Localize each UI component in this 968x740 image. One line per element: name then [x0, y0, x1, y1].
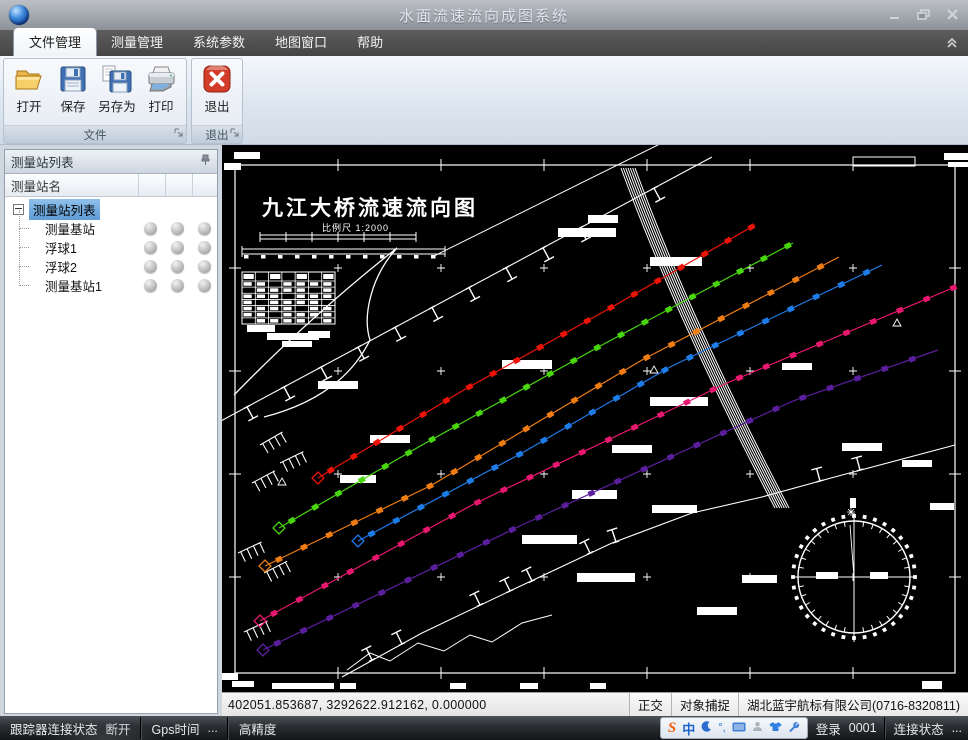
person-icon[interactable]: [752, 721, 763, 735]
cursor-coordinates: 402051.853687, 3292622.912162, 0.000000: [222, 693, 629, 716]
tree-item-4[interactable]: 测量基站1: [5, 276, 217, 295]
list-column-header: 测量站名: [5, 174, 217, 197]
login-label: 登录: [816, 719, 841, 738]
svg-text:九江大桥流速流向图: 九江大桥流速流向图: [261, 196, 478, 220]
led-indicator: [144, 260, 157, 273]
ribbon: 打开保存另存为打印文件退出退出: [0, 56, 968, 145]
exit-icon: [201, 63, 233, 95]
window-controls: [889, 9, 959, 21]
led-indicator: [198, 241, 211, 254]
pushpin-icon[interactable]: [200, 154, 211, 169]
osnap-toggle[interactable]: 对象捕捉: [671, 693, 738, 716]
button-label: 保存: [60, 96, 85, 115]
app-window: 水面流速流向成图系统 文件管理测量管理系统参数地图窗口帮助 打开保存另存为打印文…: [0, 0, 968, 740]
column-station-name[interactable]: 测量站名: [5, 174, 139, 196]
menu-tabbar: 文件管理测量管理系统参数地图窗口帮助: [0, 30, 968, 56]
group-label: 文件: [4, 125, 186, 143]
station-panel: 测量站列表 测量站名 测量站列表测量基站浮球1浮球2测量基站1: [4, 149, 218, 714]
moon-icon[interactable]: [701, 721, 712, 736]
statusbar-segment-3: 高精度: [228, 716, 287, 740]
connection-value: ...: [952, 721, 962, 735]
exit-button[interactable]: 退出: [195, 61, 239, 125]
map-viewport[interactable]: 九江大桥流速流向图比例尺 1:2000: [222, 145, 968, 692]
dialog-launcher-icon[interactable]: [230, 128, 239, 140]
column-3[interactable]: [193, 174, 217, 196]
window-title: 水面流速流向成图系统: [0, 5, 968, 26]
tab-3[interactable]: 系统参数: [178, 28, 260, 56]
sidebar: 测量站列表 测量站名 测量站列表测量基站浮球1浮球2测量基站1: [0, 145, 222, 716]
company-label: 湖北蓝宇航标有限公司(0716-8320811): [738, 693, 968, 716]
led-indicator: [171, 241, 184, 254]
button-label: 打印: [148, 96, 173, 115]
status-leds: [144, 279, 211, 292]
led-indicator: [198, 260, 211, 273]
print-button[interactable]: 打印: [139, 61, 183, 125]
tree-item-1[interactable]: 测量基站: [5, 219, 217, 238]
map-canvas[interactable]: 九江大桥流速流向图比例尺 1:2000: [222, 145, 968, 692]
station-tree: 测量站列表测量基站浮球1浮球2测量基站1: [5, 197, 217, 713]
panel-title: 测量站列表: [11, 152, 74, 171]
statusbar-segment-2: Gps时间...: [141, 716, 228, 740]
led-indicator: [171, 260, 184, 273]
tree-item-2[interactable]: 浮球1: [5, 238, 217, 257]
tree-item-3[interactable]: 浮球2: [5, 257, 217, 276]
column-1[interactable]: [139, 174, 166, 196]
button-label: 另存为: [98, 96, 136, 115]
sogou-icon[interactable]: S: [668, 720, 676, 737]
ortho-toggle[interactable]: 正交: [629, 693, 671, 716]
svg-text:比例尺 1:2000: 比例尺 1:2000: [322, 222, 389, 233]
ribbon-collapse-icon[interactable]: [946, 36, 958, 54]
chinese-mode-icon[interactable]: 中: [682, 719, 695, 738]
save-as-icon: [101, 63, 133, 95]
tab-4[interactable]: 地图窗口: [260, 28, 342, 56]
status-leds: [144, 260, 211, 273]
restore-button[interactable]: [917, 9, 930, 21]
open-folder-icon: [13, 63, 45, 95]
tree-root[interactable]: 测量站列表: [5, 200, 217, 219]
led-indicator: [198, 222, 211, 235]
dialog-launcher-icon[interactable]: [174, 128, 183, 140]
panel-header: 测量站列表: [5, 150, 217, 174]
app-statusbar: 跟踪器连接状态断开Gps时间...高精度 S 中 °, 登录 0001: [0, 716, 968, 740]
save-as-button[interactable]: 另存为: [95, 61, 139, 125]
ribbon-group-1: 打开保存另存为打印文件: [3, 58, 187, 144]
led-indicator: [144, 222, 157, 235]
open-folder-button[interactable]: 打开: [7, 61, 51, 125]
led-indicator: [171, 222, 184, 235]
wrench-icon[interactable]: [788, 721, 800, 736]
login-value: 0001: [849, 721, 877, 735]
minimize-button[interactable]: [889, 10, 901, 21]
save-button[interactable]: 保存: [51, 61, 95, 125]
tab-2[interactable]: 测量管理: [96, 28, 178, 56]
button-label: 打开: [16, 96, 41, 115]
statusbar-segment-1: 跟踪器连接状态断开: [0, 716, 141, 740]
statusbar-right: S 中 °, 登录 0001 连接状态 ...: [660, 717, 968, 739]
punctuation-icon[interactable]: °,: [718, 722, 725, 734]
led-indicator: [144, 279, 157, 292]
keyboard-icon[interactable]: [732, 721, 746, 735]
save-icon: [57, 63, 89, 95]
flow-line-3: [259, 257, 839, 572]
led-indicator: [171, 279, 184, 292]
flow-line-6: [257, 350, 938, 656]
button-label: 退出: [204, 96, 229, 115]
group-label: 退出: [192, 125, 242, 143]
ime-toolbar[interactable]: S 中 °,: [660, 717, 808, 739]
statusbar-divider: [885, 717, 886, 739]
skin-icon[interactable]: [769, 721, 782, 735]
led-indicator: [144, 241, 157, 254]
tab-1[interactable]: 文件管理: [14, 28, 96, 56]
ribbon-group-2: 退出退出: [191, 58, 243, 144]
column-2[interactable]: [166, 174, 193, 196]
map-statusbar: 402051.853687, 3292622.912162, 0.000000 …: [222, 692, 968, 716]
close-button[interactable]: [946, 9, 959, 21]
print-icon: [145, 63, 177, 95]
led-indicator: [198, 279, 211, 292]
connection-label: 连接状态: [894, 719, 944, 738]
titlebar: 水面流速流向成图系统: [0, 0, 968, 31]
status-leds: [144, 222, 211, 235]
status-leds: [144, 241, 211, 254]
tab-5[interactable]: 帮助: [342, 28, 398, 56]
